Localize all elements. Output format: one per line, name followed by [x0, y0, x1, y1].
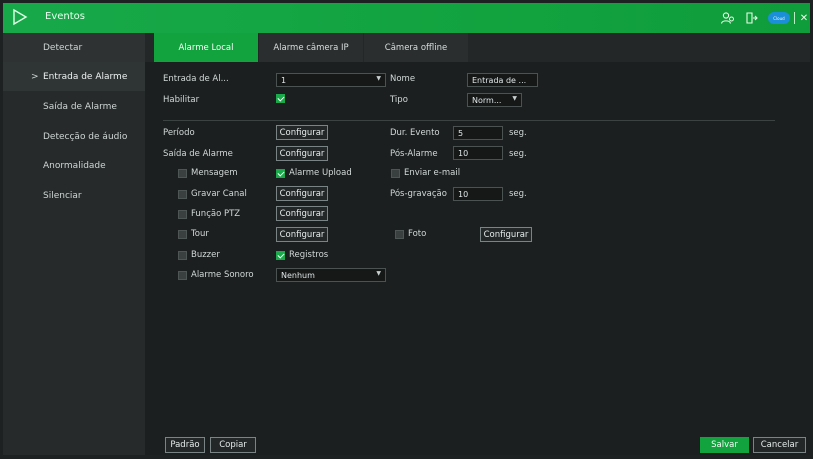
registros-checkbox[interactable] [276, 251, 285, 260]
pos-alarme-label: Pós-Alarme [390, 149, 438, 159]
gravar-canal-label: Gravar Canal [191, 189, 247, 199]
sidebar-item-label: Silenciar [43, 190, 82, 201]
mensagem-checkbox[interactable] [178, 169, 187, 178]
copiar-button[interactable]: Copiar [210, 437, 256, 453]
buzzer-label: Buzzer [191, 250, 220, 260]
pos-alarme-unit: seg. [509, 149, 527, 159]
tab-label: Alarme câmera IP [273, 42, 349, 53]
pos-gravacao-label: Pós-gravação [390, 189, 447, 199]
sidebar-item-label: Detecção de áudio [43, 131, 128, 142]
tab-label: Alarme Local [178, 42, 234, 53]
main-panel: Alarme Local Alarme câmera IP Câmera off… [145, 33, 810, 455]
periodo-configurar-button[interactable]: Configurar [276, 125, 328, 140]
cloud-icon[interactable]: Cloud [768, 12, 790, 24]
gravar-canal-configurar-button[interactable]: Configurar [276, 186, 328, 201]
sidebar-item-label: Detectar [43, 42, 83, 53]
tipo-select-value: Norm... [472, 95, 502, 105]
tab-alarme-camera-ip[interactable]: Alarme câmera IP [259, 33, 363, 62]
funcao-ptz-checkbox[interactable] [178, 210, 187, 219]
nome-label: Nome [390, 74, 416, 84]
dur-evento-input[interactable]: 5 [453, 126, 503, 140]
users-icon[interactable] [720, 10, 736, 26]
entrada-label: Entrada de Al... [163, 74, 229, 84]
sidebar-item-anormalidade[interactable]: Anormalidade [3, 151, 145, 180]
sidebar-item-label: Saída de Alarme [43, 101, 117, 112]
alarme-sonoro-checkbox[interactable] [178, 271, 187, 280]
logout-icon[interactable] [744, 10, 758, 26]
mensagem-label: Mensagem [191, 168, 238, 178]
periodo-label: Período [163, 128, 195, 138]
alarme-sonoro-label: Alarme Sonoro [191, 270, 254, 280]
close-icon[interactable]: ✕ [799, 10, 809, 26]
dur-evento-unit: seg. [509, 128, 527, 138]
enviar-email-checkbox[interactable] [391, 169, 400, 178]
foto-configurar-button[interactable]: Configurar [480, 227, 532, 242]
pos-alarme-input[interactable]: 10 [453, 146, 503, 160]
sidebar-item-saida-de-alarme[interactable]: Saída de Alarme [3, 92, 145, 121]
alarme-upload-label: Alarme Upload [289, 168, 352, 178]
tab-label: Câmera offline [384, 42, 448, 53]
foto-label: Foto [408, 229, 427, 239]
window-title: Eventos [45, 11, 85, 22]
buzzer-checkbox[interactable] [178, 251, 187, 260]
sidebar-item-entrada-de-alarme[interactable]: > Entrada de Alarme [3, 62, 145, 91]
title-bar: Eventos Cloud ✕ [3, 3, 810, 33]
cloud-label: Cloud [773, 15, 785, 21]
section-divider [163, 120, 775, 121]
sidebar-item-label: Entrada de Alarme [43, 71, 128, 82]
chevron-down-icon: ▼ [512, 95, 517, 102]
tipo-label: Tipo [390, 95, 408, 105]
app-window: Eventos Cloud ✕ Detectar > Entrada de Ala… [0, 0, 813, 459]
pos-gravacao-unit: seg. [509, 189, 527, 199]
chevron-right-icon: > [31, 71, 39, 82]
nome-input[interactable]: Entrada de ... [467, 73, 538, 87]
registros-label: Registros [289, 250, 329, 260]
entrada-select-value: 1 [281, 75, 287, 85]
alarme-upload-checkbox[interactable] [276, 169, 285, 178]
tour-checkbox[interactable] [178, 230, 187, 239]
alarme-sonoro-select[interactable]: Nenhum ▼ [276, 268, 386, 282]
tour-label: Tour [191, 229, 209, 239]
chevron-down-icon: ▼ [376, 270, 381, 277]
sidebar: Detectar > Entrada de Alarme Saída de Ala… [3, 33, 145, 455]
dur-evento-label: Dur. Evento [390, 128, 440, 138]
entrada-select[interactable]: 1 ▼ [276, 73, 386, 87]
funcao-ptz-configurar-button[interactable]: Configurar [276, 206, 328, 221]
sidebar-item-deteccao-de-audio[interactable]: Detecção de áudio [3, 122, 145, 151]
sidebar-item-silenciar[interactable]: Silenciar [3, 181, 145, 210]
pos-gravacao-input[interactable]: 10 [453, 187, 503, 201]
gravar-canal-checkbox[interactable] [178, 190, 187, 199]
enviar-email-label: Enviar e-mail [404, 168, 461, 178]
tab-bar: Alarme Local Alarme câmera IP Câmera off… [145, 33, 810, 62]
play-logo-icon [12, 8, 28, 26]
salvar-button[interactable]: Salvar [700, 437, 749, 453]
saida-label: Saída de Alarme [163, 149, 233, 159]
tour-configurar-button[interactable]: Configurar [276, 227, 328, 242]
tab-alarme-local[interactable]: Alarme Local [154, 33, 258, 62]
funcao-ptz-label: Função PTZ [191, 209, 241, 219]
sidebar-item-detectar[interactable]: Detectar [3, 33, 145, 62]
sidebar-item-label: Anormalidade [43, 160, 106, 171]
habilitar-label: Habilitar [163, 95, 200, 105]
header-divider [794, 12, 795, 24]
alarme-sonoro-select-value: Nenhum [281, 270, 315, 280]
chevron-down-icon: ▼ [376, 75, 381, 82]
foto-checkbox[interactable] [395, 230, 404, 239]
habilitar-checkbox[interactable] [276, 94, 285, 103]
tipo-select[interactable]: Norm... ▼ [467, 93, 522, 107]
tab-camera-offline[interactable]: Câmera offline [364, 33, 468, 62]
cancelar-button[interactable]: Cancelar [753, 437, 806, 453]
padrao-button[interactable]: Padrão [165, 437, 205, 453]
saida-configurar-button[interactable]: Configurar [276, 146, 328, 161]
